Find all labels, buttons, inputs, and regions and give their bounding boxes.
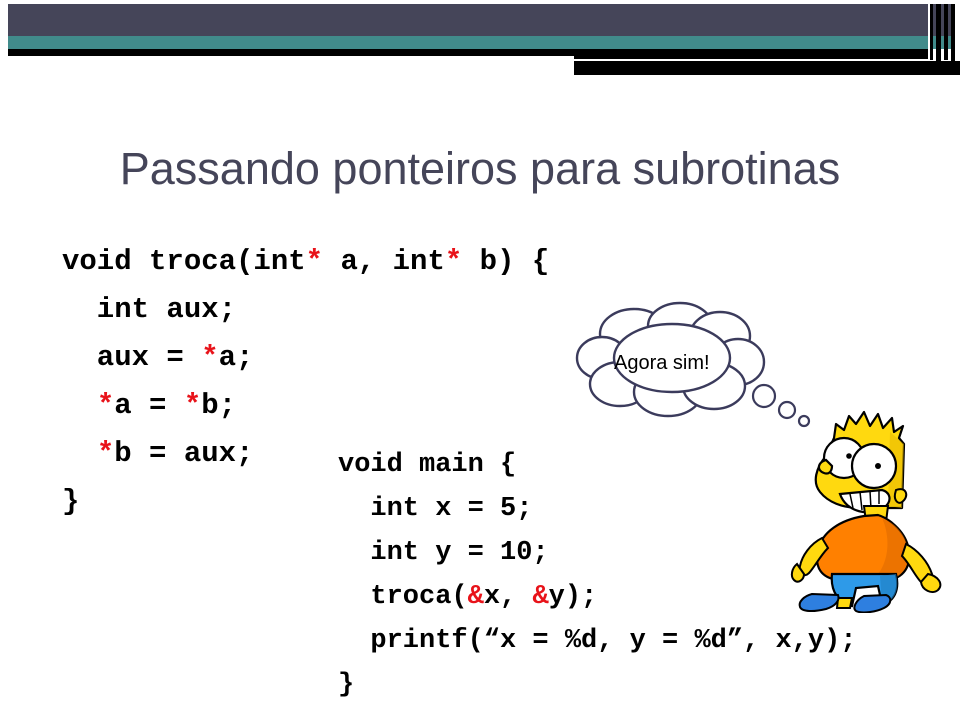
code-main-line-2: int y = 10;: [338, 531, 856, 575]
code-block-main: void main { int x = 5; int y = 10; troca…: [338, 443, 856, 707]
code-main-line-1: int x = 5;: [338, 487, 856, 531]
code-troca-line-0: void troca(int* a, int* b) {: [62, 238, 549, 286]
banner-black-bar-row4: [792, 61, 960, 75]
banner-black-bar-mid: [574, 49, 928, 59]
code-text: void troca(int: [62, 245, 306, 278]
code-text: a, int: [323, 245, 445, 278]
pointer-operator: *: [183, 389, 202, 422]
code-troca-line-1: int aux;: [62, 286, 549, 334]
code-troca-line-3: *a = *b;: [62, 382, 549, 430]
pointer-operator: *: [305, 245, 324, 278]
header-banner: [0, 0, 960, 80]
code-main-line-5: }: [338, 663, 856, 707]
pointer-operator: *: [96, 437, 115, 470]
code-text: b = aux;: [114, 437, 254, 470]
bart-shoe-left: [798, 592, 840, 613]
code-text: a;: [218, 341, 254, 374]
banner-accent-vertical-a: [930, 4, 933, 60]
banner-accent-vertical-b: [936, 4, 941, 75]
code-text: y);: [548, 582, 598, 612]
code-text: int y = 10;: [338, 538, 549, 568]
code-text: void main {: [338, 450, 517, 480]
code-text: }: [338, 670, 355, 700]
code-text: b;: [201, 389, 237, 422]
pointer-operator: *: [96, 389, 115, 422]
code-text: printf(“x = %d, y = %d”, x,y);: [338, 626, 857, 656]
bart-simpson-character: [782, 398, 957, 614]
pointer-operator: *: [444, 245, 463, 278]
pointer-operator: *: [201, 341, 219, 374]
banner-accent-vertical-c: [944, 4, 948, 60]
code-text: b) {: [462, 245, 550, 278]
code-text: int aux;: [62, 293, 237, 326]
code-main-line-3: troca(&x, &y);: [338, 575, 856, 619]
code-main-line-4: printf(“x = %d, y = %d”, x,y);: [338, 619, 856, 663]
thought-bubble: Agora sim!: [572, 300, 812, 428]
bart-pupil-left: [846, 453, 852, 459]
code-text: troca(: [338, 582, 468, 612]
banner-teal-bar: [8, 36, 928, 49]
banner-slate-bar: [8, 4, 928, 36]
pointer-operator: &: [532, 582, 549, 612]
banner-black-bar-row3: [574, 67, 792, 75]
banner-black-bar-left: [8, 49, 574, 56]
code-main-line-0: void main {: [338, 443, 856, 487]
bart-eye-right: [850, 442, 898, 490]
bart-ear: [893, 488, 908, 504]
pointer-operator: &: [467, 582, 484, 612]
bart-simpson-icon: [790, 410, 942, 614]
code-text: }: [62, 485, 80, 518]
code-troca-line-2: aux = *a;: [62, 334, 549, 382]
thought-bubble-text: Agora sim!: [614, 352, 710, 374]
code-text: x,: [483, 582, 533, 612]
code-text: a =: [114, 389, 184, 422]
banner-accent-vertical-d: [951, 4, 955, 75]
bart-pupil-right: [875, 463, 881, 469]
code-text: int x = 5;: [338, 494, 533, 524]
code-text: aux =: [62, 341, 202, 374]
page-title: Passando ponteiros para subrotinas: [119, 143, 841, 194]
bart-shoe-right: [853, 593, 892, 614]
